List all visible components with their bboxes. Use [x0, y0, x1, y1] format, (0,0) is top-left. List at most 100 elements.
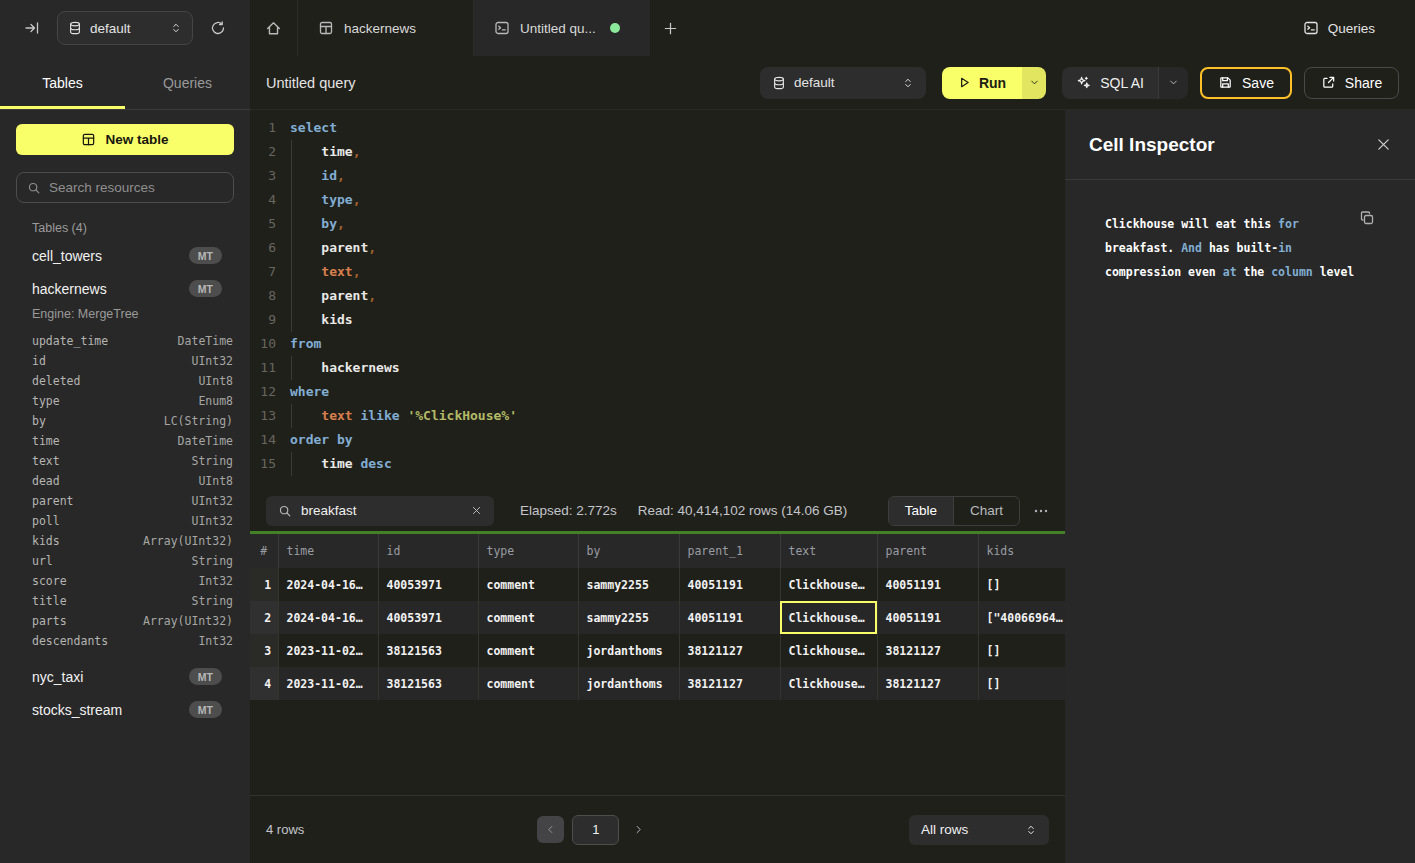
selected-cell[interactable]: Clickhouse… — [780, 601, 877, 634]
table-cell[interactable]: 2023-11-02… — [278, 667, 378, 700]
table-cell[interactable]: [] — [978, 568, 1065, 601]
table-item-hackernews[interactable]: hackernewsMT — [16, 272, 234, 305]
table-cell[interactable]: 40053971 — [378, 601, 478, 634]
column-item[interactable]: idUInt32 — [16, 351, 234, 371]
table-cell[interactable]: sammy2255 — [578, 601, 679, 634]
table-cell[interactable]: 38121563 — [378, 634, 478, 667]
table-cell[interactable]: jordanthoms — [578, 667, 679, 700]
sql-ai-options-button[interactable] — [1158, 67, 1188, 99]
row-number[interactable]: 4 — [250, 667, 278, 700]
column-item[interactable]: byLC(String) — [16, 411, 234, 431]
run-options-button[interactable] — [1022, 67, 1046, 99]
collapse-sidebar-icon[interactable] — [24, 20, 40, 36]
table-cell[interactable]: 40051191 — [679, 568, 780, 601]
topbar-database-select[interactable]: default — [57, 11, 193, 45]
column-name: kids — [32, 534, 143, 548]
code-token: , — [368, 288, 376, 303]
results-search[interactable] — [266, 496, 494, 526]
queries-button[interactable]: Queries — [1277, 0, 1415, 56]
results-search-input[interactable] — [301, 503, 462, 518]
page-number-input[interactable] — [572, 815, 619, 845]
table-item-stocks_stream[interactable]: stocks_streamMT — [16, 693, 234, 726]
code-token: select — [290, 120, 337, 135]
sidebar-tab-queries[interactable]: Queries — [125, 56, 250, 109]
toolbar-database-select[interactable]: default — [760, 67, 926, 99]
column-item[interactable]: textString — [16, 451, 234, 471]
table-cell[interactable]: 40051191 — [877, 601, 978, 634]
sql-ai-button[interactable]: SQL AI — [1062, 67, 1158, 99]
table-cell[interactable]: comment — [478, 634, 578, 667]
column-item[interactable]: parentUInt32 — [16, 491, 234, 511]
column-item[interactable]: timeDateTime — [16, 431, 234, 451]
row-count: 4 rows — [266, 822, 304, 837]
next-page-button[interactable] — [633, 824, 644, 835]
main-area: New table Tables (4) cell_towersMThacker… — [0, 110, 1415, 863]
sidebar-tab-tables[interactable]: Tables — [0, 56, 125, 109]
column-item[interactable]: partsArray(UInt32) — [16, 611, 234, 631]
view-tab-chart[interactable]: Chart — [953, 497, 1019, 525]
refresh-icon[interactable] — [210, 20, 226, 36]
table-cell[interactable]: 38121127 — [877, 634, 978, 667]
column-item[interactable]: urlString — [16, 551, 234, 571]
table-cell[interactable]: 2023-11-02… — [278, 634, 378, 667]
table-cell[interactable]: ["40066964… — [978, 601, 1065, 634]
column-item[interactable]: descendantsInt32 — [16, 631, 234, 651]
column-item[interactable]: titleString — [16, 591, 234, 611]
table-cell[interactable]: Clickhouse… — [780, 568, 877, 601]
table-cell[interactable]: Clickhouse… — [780, 634, 877, 667]
table-cell[interactable]: comment — [478, 601, 578, 634]
table-cell[interactable]: 40051191 — [877, 568, 978, 601]
save-button[interactable]: Save — [1200, 67, 1292, 99]
table-cell[interactable]: comment — [478, 568, 578, 601]
table-cell[interactable]: Clickhouse… — [780, 667, 877, 700]
table-cell[interactable]: 38121127 — [679, 634, 780, 667]
clear-search-icon[interactable] — [471, 505, 482, 516]
row-number[interactable]: 2 — [250, 601, 278, 634]
table-item-nyc_taxi[interactable]: nyc_taxiMT — [16, 660, 234, 693]
table-cell[interactable]: 40053971 — [378, 568, 478, 601]
sql-ai-label: SQL AI — [1100, 75, 1144, 91]
view-tab-table[interactable]: Table — [889, 497, 953, 525]
column-item[interactable]: update_timeDateTime — [16, 331, 234, 351]
table-row: 42023-11-02…38121563commentjordanthoms38… — [250, 667, 1065, 700]
column-item[interactable]: kidsArray(UInt32) — [16, 531, 234, 551]
column-item[interactable]: pollUInt32 — [16, 511, 234, 531]
row-number[interactable]: 3 — [250, 634, 278, 667]
sql-editor[interactable]: 1select2 time,3 id,4 type,5 by,6 parent,… — [250, 110, 1065, 490]
table-item-cell_towers[interactable]: cell_towersMT — [16, 239, 234, 272]
column-item[interactable]: deadUInt8 — [16, 471, 234, 491]
column-item[interactable]: typeEnum8 — [16, 391, 234, 411]
table-cell[interactable]: comment — [478, 667, 578, 700]
engine-badge: MT — [189, 701, 222, 718]
column-item[interactable]: scoreInt32 — [16, 571, 234, 591]
column-name: text — [32, 454, 191, 468]
share-button[interactable]: Share — [1304, 67, 1399, 99]
indent-guide — [291, 236, 292, 260]
table-cell[interactable]: 38121563 — [378, 667, 478, 700]
table-cell[interactable]: jordanthoms — [578, 634, 679, 667]
close-icon[interactable] — [1376, 137, 1391, 152]
more-options-button[interactable] — [1033, 503, 1049, 519]
copy-icon[interactable] — [1359, 210, 1375, 226]
new-table-button[interactable]: New table — [16, 124, 234, 155]
table-cell[interactable]: sammy2255 — [578, 568, 679, 601]
tab-untitled-query[interactable]: Untitled qu... — [474, 0, 650, 56]
table-cell[interactable]: 2024-04-16… — [278, 601, 378, 634]
tab-home[interactable] — [250, 0, 298, 56]
sidebar-search[interactable] — [16, 172, 234, 203]
sidebar-search-input[interactable] — [49, 180, 226, 195]
table-cell[interactable]: [] — [978, 634, 1065, 667]
table-cell[interactable]: 38121127 — [877, 667, 978, 700]
prev-page-button[interactable] — [537, 816, 564, 843]
table-cell[interactable]: [] — [978, 667, 1065, 700]
run-button[interactable]: Run — [942, 67, 1022, 99]
tab-hackernews[interactable]: hackernews — [298, 0, 474, 56]
row-number[interactable]: 1 — [250, 568, 278, 601]
table-cell[interactable]: 40051191 — [679, 601, 780, 634]
new-tab-button[interactable] — [650, 0, 690, 56]
column-item[interactable]: deletedUInt8 — [16, 371, 234, 391]
table-cell[interactable]: 2024-04-16… — [278, 568, 378, 601]
table-cell[interactable]: 38121127 — [679, 667, 780, 700]
updown-chevron-icon — [170, 22, 182, 34]
page-size-select[interactable]: All rows — [909, 815, 1049, 845]
